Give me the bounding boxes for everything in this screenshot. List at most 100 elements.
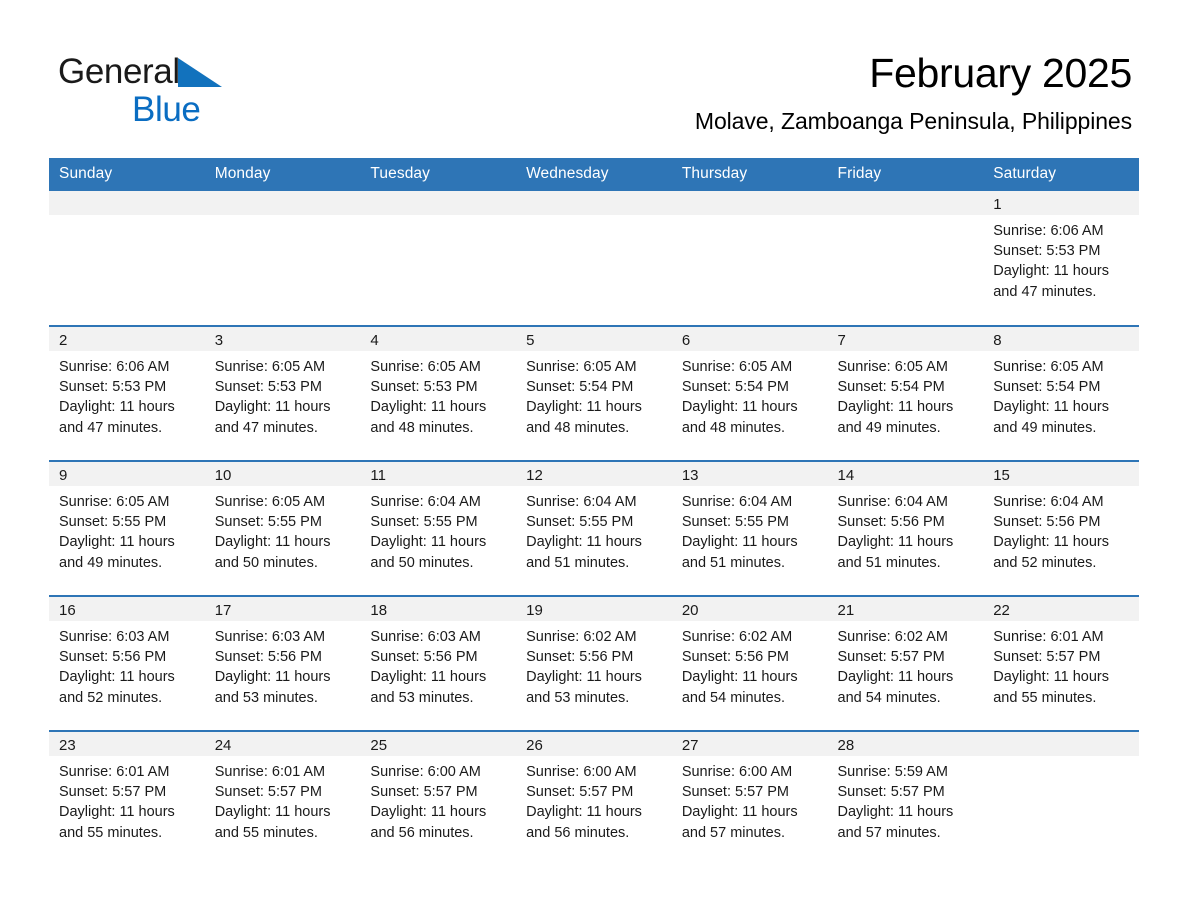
calendar-day-cell[interactable]: 13 Sunrise: 6:04 AM Sunset: 5:55 PM Dayligh…: [671, 460, 828, 596]
calendar-day-cell[interactable]: 25 Sunrise: 6:00 AM Sunset: 5:57 PM Dayligh…: [360, 730, 517, 866]
calendar-day-cell[interactable]: 1 Sunrise: 6:06 AM Sunset: 5:53 PM Daylight…: [983, 191, 1139, 326]
calendar-day-cell[interactable]: 7 Sunrise: 6:05 AM Sunset: 5:54 PM Daylight…: [827, 325, 984, 461]
day-number: 23: [49, 732, 205, 756]
day-details: Sunrise: 6:05 AM Sunset: 5:53 PM Daylight:…: [205, 351, 361, 438]
calendar-day-cell[interactable]: 5 Sunrise: 6:05 AM Sunset: 5:54 PM Daylight…: [516, 325, 672, 461]
sunset-text: Sunset: 5:56 PM: [370, 649, 478, 666]
sunrise-text: Sunrise: 6:05 AM: [59, 494, 170, 510]
sunrise-text: Sunrise: 6:00 AM: [370, 764, 481, 780]
sunset-text: Sunset: 5:57 PM: [993, 649, 1101, 666]
sunrise-text: Sunrise: 6:04 AM: [993, 494, 1104, 510]
calendar-day-cell[interactable]: 17 Sunrise: 6:03 AM Sunset: 5:56 PM Dayligh…: [204, 595, 361, 731]
calendar-day-cell[interactable]: 3 Sunrise: 6:05 AM Sunset: 5:53 PM Daylight…: [204, 325, 361, 461]
sunrise-text: Sunrise: 6:05 AM: [526, 359, 637, 375]
calendar-week-row: 16 Sunrise: 6:03 AM Sunset: 5:56 PM Dayligh…: [49, 595, 1139, 731]
sunset-text: Sunset: 5:53 PM: [214, 379, 322, 396]
sunrise-text: Sunrise: 6:02 AM: [681, 629, 793, 645]
calendar-day-cell[interactable]: 9 Sunrise: 6:05 AM Sunset: 5:55 PM Daylight…: [49, 460, 205, 596]
calendar-day-cell[interactable]: 18 Sunrise: 6:03 AM Sunset: 5:56 PM Dayligh…: [360, 595, 517, 731]
calendar-day-cell[interactable]: 20 Sunrise: 6:02 AM Sunset: 5:56 PM Dayligh…: [671, 595, 828, 731]
day-details: Sunrise: 6:02 AM Sunset: 5:56 PM Daylight:…: [516, 621, 672, 708]
day-number: 4: [360, 327, 517, 351]
day-number: 9: [49, 462, 205, 486]
calendar-day-cell[interactable]: 2 Sunrise: 6:06 AM Sunset: 5:53 PM Daylight…: [49, 325, 205, 461]
calendar-day-cell[interactable]: 12 Sunrise: 6:04 AM Sunset: 5:55 PM Dayligh…: [516, 460, 672, 596]
sunset-text: Sunset: 5:57 PM: [681, 784, 790, 801]
calendar-day-cell[interactable]: 23 Sunrise: 6:01 AM Sunset: 5:57 PM Dayligh…: [49, 730, 205, 866]
calendar-week-row: 2 Sunrise: 6:06 AM Sunset: 5:53 PM Daylight…: [49, 325, 1139, 461]
day-number: 11: [360, 462, 517, 486]
daylight-text-line1: Daylight: 11 hours: [993, 263, 1110, 280]
sunrise-text: Sunrise: 6:02 AM: [837, 629, 948, 645]
calendar-cell-empty: [671, 191, 828, 326]
daylight-text-line2: and 52 minutes.: [59, 689, 163, 706]
sunset-text: Sunset: 5:56 PM: [526, 649, 634, 666]
day-number: [827, 191, 984, 215]
sunset-text: Sunset: 5:56 PM: [59, 649, 167, 666]
calendar-day-cell[interactable]: 22 Sunrise: 6:01 AM Sunset: 5:57 PM Dayligh…: [983, 595, 1139, 731]
calendar-day-cell[interactable]: 24 Sunrise: 6:01 AM Sunset: 5:57 PM Dayligh…: [204, 730, 361, 866]
day-details: Sunrise: 6:05 AM Sunset: 5:54 PM Daylight:…: [672, 351, 828, 438]
day-number: 25: [360, 732, 517, 756]
sunset-text: Sunset: 5:53 PM: [59, 379, 167, 396]
sunrise-text: Sunrise: 6:05 AM: [681, 359, 793, 375]
calendar-day-cell[interactable]: 6 Sunrise: 6:05 AM Sunset: 5:54 PM Daylight…: [671, 325, 828, 461]
calendar-day-cell[interactable]: 27 Sunrise: 6:00 AM Sunset: 5:57 PM Dayligh…: [671, 730, 828, 866]
daylight-text-line1: Daylight: 11 hours: [214, 669, 331, 686]
daylight-text-line1: Daylight: 11 hours: [59, 399, 175, 416]
calendar-day-cell[interactable]: 15 Sunrise: 6:04 AM Sunset: 5:56 PM Dayligh…: [983, 460, 1139, 596]
sunrise-text: Sunrise: 6:05 AM: [370, 359, 481, 375]
calendar-cell-empty: [983, 730, 1139, 866]
sunrise-text: Sunrise: 6:01 AM: [59, 764, 170, 780]
sunrise-text: Sunrise: 6:02 AM: [526, 629, 637, 645]
sunset-text: Sunset: 5:55 PM: [214, 514, 322, 531]
daylight-text-line1: Daylight: 11 hours: [837, 669, 954, 686]
weekday-header-saturday: Saturday: [983, 158, 1139, 191]
day-number: 21: [827, 597, 984, 621]
calendar-day-cell[interactable]: 16 Sunrise: 6:03 AM Sunset: 5:56 PM Dayligh…: [49, 595, 205, 731]
sunset-text: Sunset: 5:57 PM: [214, 784, 322, 801]
sunset-text: Sunset: 5:55 PM: [59, 514, 167, 531]
day-number: 15: [983, 462, 1139, 486]
calendar-day-cell[interactable]: 11 Sunrise: 6:04 AM Sunset: 5:55 PM Dayligh…: [360, 460, 517, 596]
daylight-text-line1: Daylight: 11 hours: [681, 804, 798, 821]
day-details: Sunrise: 6:04 AM Sunset: 5:56 PM Daylight:…: [828, 486, 984, 573]
day-details: Sunrise: 6:04 AM Sunset: 5:56 PM Daylight:…: [983, 486, 1139, 573]
calendar-page: General Blue February 2025 Molave, Zambo…: [0, 0, 1188, 918]
day-number: 12: [516, 462, 672, 486]
calendar-day-cell[interactable]: 26 Sunrise: 6:00 AM Sunset: 5:57 PM Dayligh…: [516, 730, 672, 866]
day-details: Sunrise: 6:05 AM Sunset: 5:54 PM Daylight:…: [983, 351, 1139, 438]
sunrise-text: Sunrise: 6:04 AM: [526, 494, 637, 510]
calendar-day-cell[interactable]: 8 Sunrise: 6:05 AM Sunset: 5:54 PM Daylight…: [983, 325, 1139, 461]
daylight-text-line1: Daylight: 11 hours: [837, 534, 954, 551]
calendar-day-cell[interactable]: 19 Sunrise: 6:02 AM Sunset: 5:56 PM Dayligh…: [516, 595, 672, 731]
calendar-cell-empty: [204, 191, 361, 326]
sunrise-text: Sunrise: 6:05 AM: [214, 359, 326, 375]
daylight-text-line2: and 51 minutes.: [681, 554, 785, 571]
day-details: Sunrise: 6:02 AM Sunset: 5:56 PM Daylight:…: [672, 621, 828, 708]
daylight-text-line1: Daylight: 11 hours: [370, 399, 487, 416]
sunrise-text: Sunrise: 6:05 AM: [837, 359, 948, 375]
daylight-text-line2: and 49 minutes.: [993, 419, 1097, 436]
day-details: Sunrise: 6:03 AM Sunset: 5:56 PM Daylight:…: [49, 621, 205, 708]
calendar-day-cell[interactable]: 28 Sunrise: 5:59 AM Sunset: 5:57 PM Dayligh…: [827, 730, 984, 866]
calendar-day-cell[interactable]: 4 Sunrise: 6:05 AM Sunset: 5:53 PM Daylight…: [360, 325, 517, 461]
daylight-text-line2: and 53 minutes.: [370, 689, 474, 706]
weekday-header-friday: Friday: [827, 158, 984, 191]
calendar-week-row: 1 Sunrise: 6:06 AM Sunset: 5:53 PM Daylight…: [49, 191, 1139, 326]
daylight-text-line2: and 57 minutes.: [837, 824, 941, 841]
general-blue-logo[interactable]: General Blue: [58, 52, 358, 132]
sunset-text: Sunset: 5:54 PM: [837, 379, 945, 396]
daylight-text-line1: Daylight: 11 hours: [681, 399, 798, 416]
daylight-text-line2: and 49 minutes.: [59, 554, 163, 571]
day-details: Sunrise: 6:06 AM Sunset: 5:53 PM Daylight:…: [49, 351, 205, 438]
calendar-cell-empty: [49, 191, 205, 326]
daylight-text-line1: Daylight: 11 hours: [59, 669, 175, 686]
calendar-table: Sunday Monday Tuesday Wednesday Thursday Frid…: [49, 158, 1139, 866]
calendar-day-cell[interactable]: 14 Sunrise: 6:04 AM Sunset: 5:56 PM Dayligh…: [827, 460, 984, 596]
calendar-day-cell[interactable]: 21 Sunrise: 6:02 AM Sunset: 5:57 PM Dayligh…: [827, 595, 984, 731]
calendar-day-cell[interactable]: 10 Sunrise: 6:05 AM Sunset: 5:55 PM Dayligh…: [204, 460, 361, 596]
day-number: 7: [827, 327, 984, 351]
daylight-text-line2: and 48 minutes.: [681, 419, 785, 436]
sunset-text: Sunset: 5:54 PM: [993, 379, 1101, 396]
